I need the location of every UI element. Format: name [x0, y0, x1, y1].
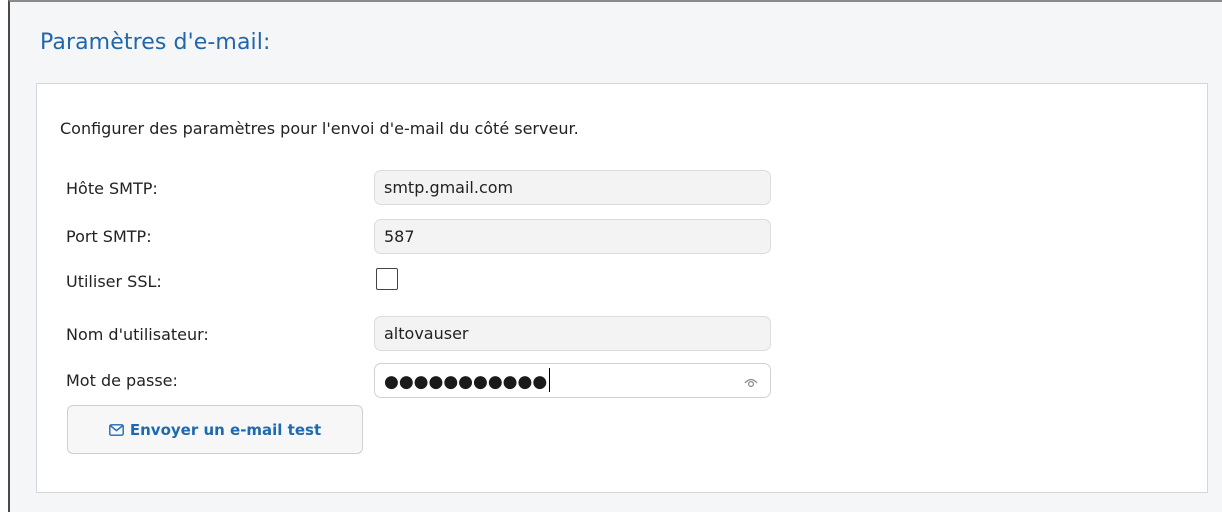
intro-text: Configurer des paramètres pour l'envoi d… [60, 119, 579, 138]
password-masked-value: ●●●●●●●●●●● [384, 371, 548, 392]
email-settings-frame: Paramètres d'e-mail: Configurer des para… [8, 0, 1222, 512]
eye-icon[interactable] [744, 374, 758, 388]
smtp-port-input[interactable]: 587 [374, 219, 771, 254]
envelope-icon [108, 423, 124, 436]
password-label: Mot de passe: [66, 371, 178, 390]
smtp-port-label: Port SMTP: [66, 227, 152, 246]
section-title: Paramètres d'e-mail: [40, 30, 271, 55]
password-input[interactable]: ●●●●●●●●●●● [374, 363, 771, 398]
use-ssl-checkbox[interactable] [376, 268, 398, 290]
username-input[interactable]: altovauser [374, 316, 771, 351]
smtp-host-input[interactable]: smtp.gmail.com [374, 170, 771, 205]
send-test-email-label: Envoyer un e-mail test [129, 420, 322, 439]
smtp-host-label: Hôte SMTP: [66, 179, 158, 198]
use-ssl-label: Utiliser SSL: [66, 272, 162, 291]
send-test-email-button[interactable]: Envoyer un e-mail test [67, 405, 363, 454]
text-caret [549, 368, 551, 392]
email-settings-panel: Configurer des paramètres pour l'envoi d… [36, 83, 1208, 493]
username-label: Nom d'utilisateur: [66, 325, 209, 344]
